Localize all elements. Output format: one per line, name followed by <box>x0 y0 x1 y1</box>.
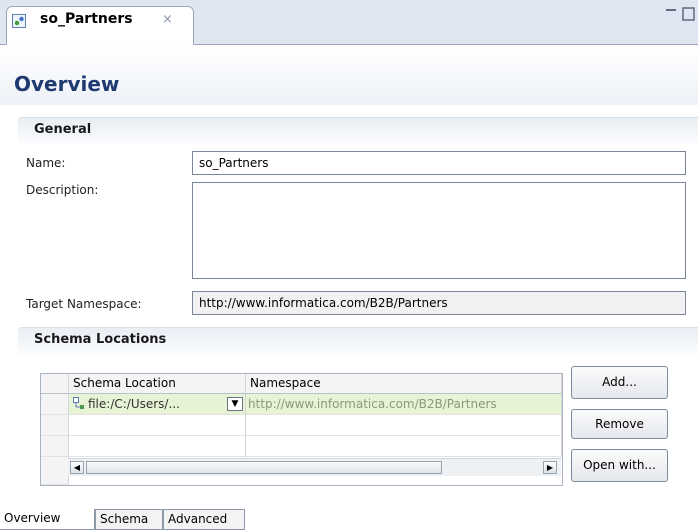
row-header <box>41 457 69 485</box>
schema-locations-section-title: Schema Locations <box>34 332 167 347</box>
scroll-right-icon[interactable]: ▶ <box>543 461 557 474</box>
table-cell[interactable] <box>69 436 246 457</box>
table-horizontal-scrollbar[interactable]: ◀ ▶ <box>68 458 561 476</box>
namespace-value[interactable]: http://www.informatica.com/B2B/Partners <box>246 394 562 415</box>
target-namespace-field[interactable]: http://www.informatica.com/B2B/Partners <box>192 291 686 315</box>
column-header-namespace[interactable]: Namespace <box>246 374 562 394</box>
table-cell[interactable] <box>69 415 246 436</box>
tab-overview[interactable]: Overview <box>0 509 95 530</box>
row-header[interactable] <box>41 394 69 415</box>
page-title: Overview <box>14 72 120 96</box>
row-header[interactable] <box>41 415 69 436</box>
table-cell[interactable] <box>246 415 562 436</box>
tab-advanced[interactable]: Advanced <box>163 509 245 530</box>
schema-tree-icon <box>73 397 84 409</box>
column-header-schema-location[interactable]: Schema Location <box>69 374 246 394</box>
name-label: Name: <box>26 156 66 170</box>
add-button[interactable]: Add... <box>571 366 668 399</box>
row-header[interactable] <box>41 436 69 457</box>
description-field[interactable] <box>192 182 686 279</box>
close-tab-icon[interactable]: × <box>162 12 173 27</box>
name-field[interactable]: so_Partners <box>192 151 686 175</box>
table-cell[interactable] <box>246 436 562 457</box>
browse-dropdown-icon[interactable]: ▼ <box>227 397 243 411</box>
minimize-maximize-icon[interactable] <box>660 4 696 26</box>
target-namespace-label: Target Namespace: <box>26 297 142 311</box>
remove-button[interactable]: Remove <box>571 409 668 439</box>
general-section-title: General <box>34 122 92 137</box>
tab-schema[interactable]: Schema <box>95 509 163 530</box>
general-section-header <box>18 117 698 144</box>
description-label: Description: <box>26 183 99 197</box>
scrollbar-thumb[interactable] <box>86 461 442 474</box>
table-row[interactable]: file:/C:/Users/... ▼ <box>69 394 246 415</box>
editor-tab-label: so_Partners <box>40 11 133 27</box>
open-with-button[interactable]: Open with... <box>571 449 668 482</box>
schema-file-icon <box>12 14 26 28</box>
row-header-corner <box>41 374 69 394</box>
scroll-left-icon[interactable]: ◀ <box>70 461 84 474</box>
schema-location-value: file:/C:/Users/... <box>88 397 180 411</box>
